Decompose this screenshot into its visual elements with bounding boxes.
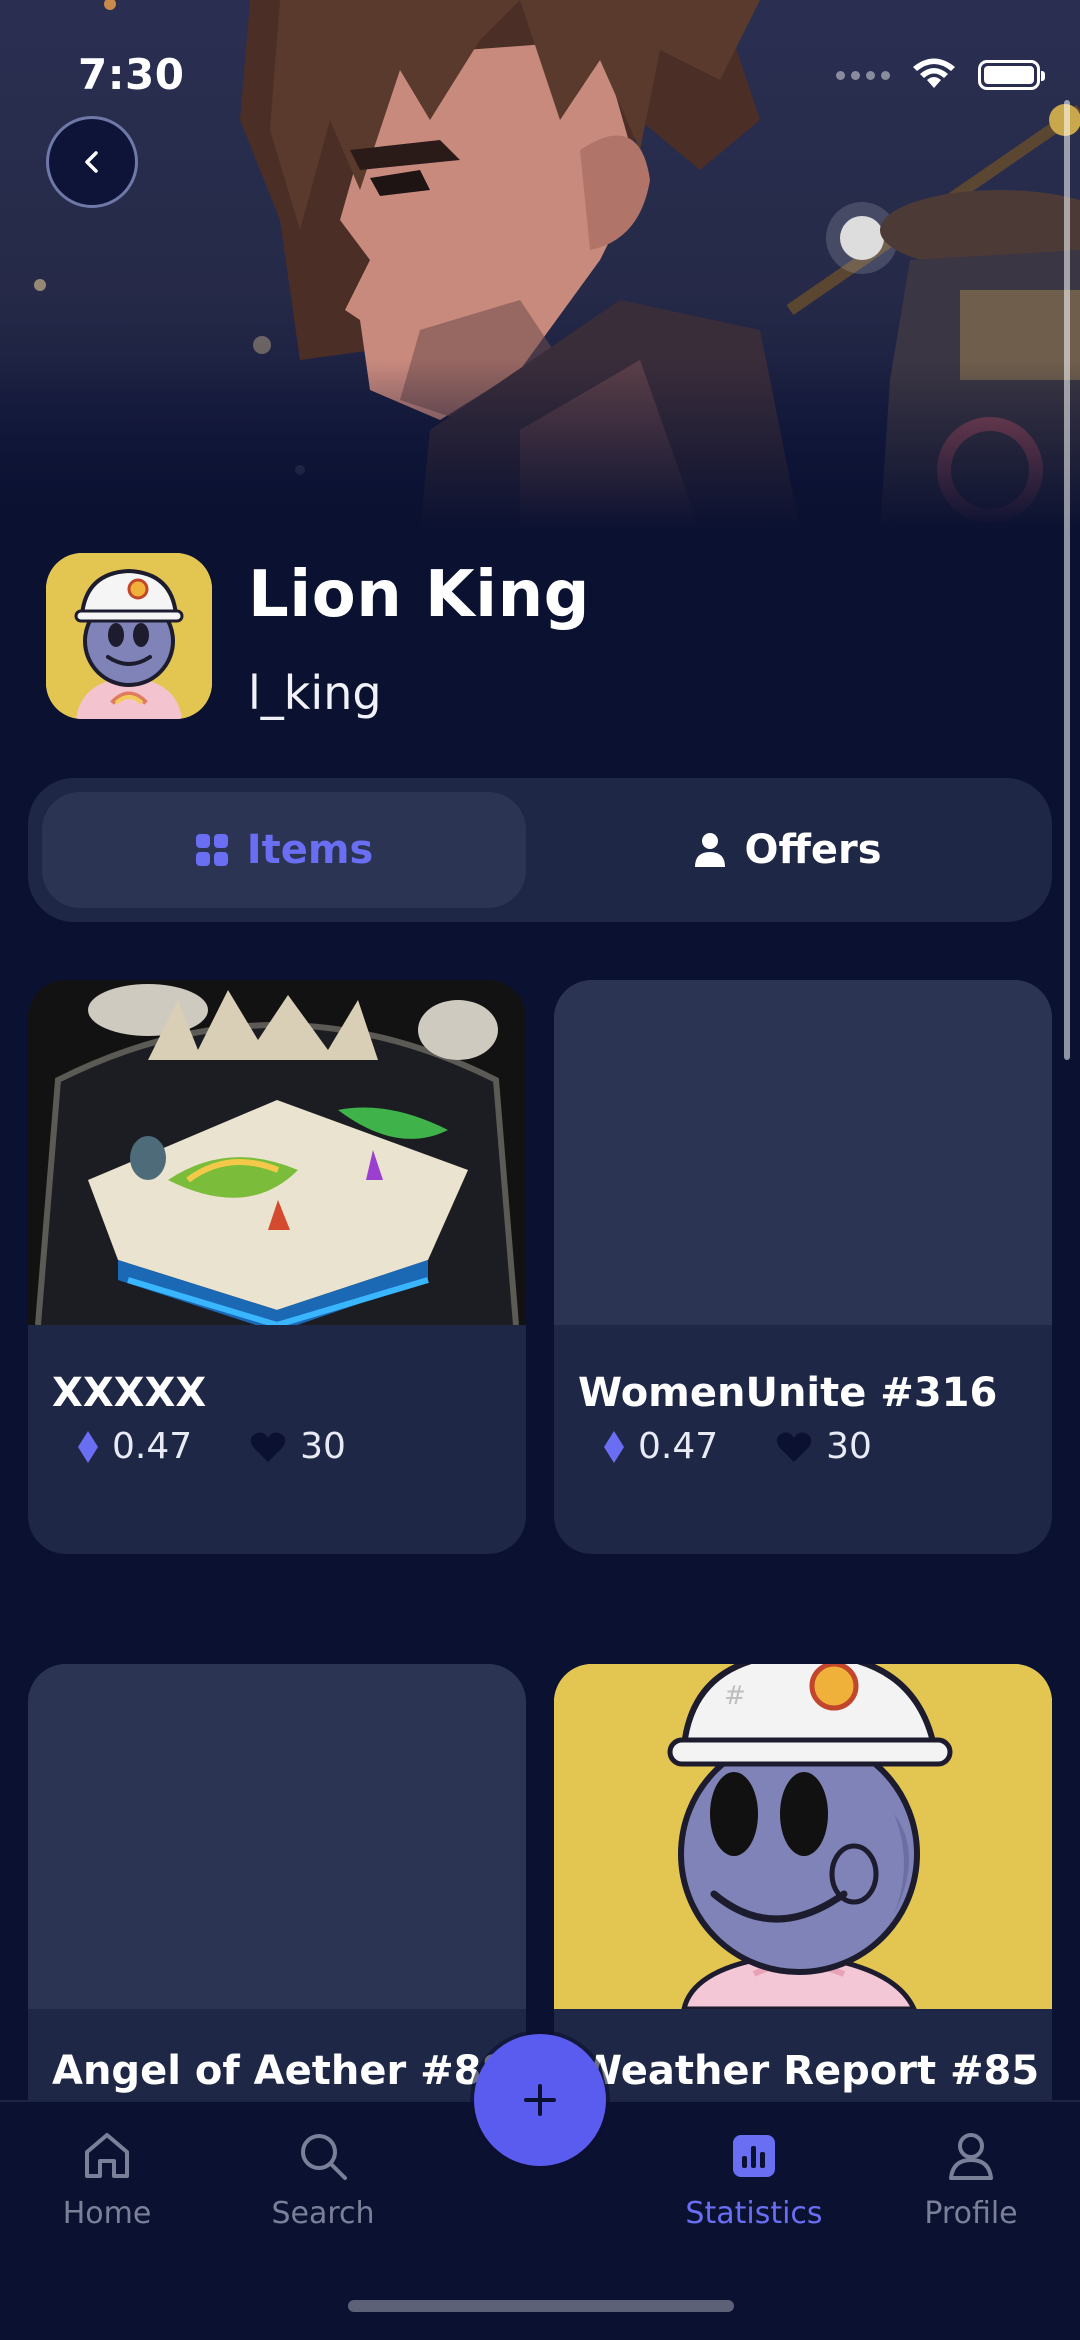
search-icon	[301, 2134, 347, 2180]
nft-card[interactable]: Angel of Aether #88	[28, 1664, 526, 2144]
home-indicator[interactable]	[348, 2300, 734, 2312]
hardhat-character-image: #	[554, 1664, 1052, 2009]
nft-image-placeholder	[28, 1664, 526, 2009]
nav-search[interactable]: Search	[243, 2130, 403, 2231]
battery-icon	[978, 60, 1045, 90]
cover-fade	[0, 360, 1080, 530]
home-icon	[85, 2133, 129, 2178]
back-button[interactable]	[46, 116, 138, 208]
ethereum-icon	[78, 1430, 98, 1463]
add-button[interactable]	[474, 2034, 606, 2166]
status-icons	[836, 58, 1045, 92]
nav-profile-label: Profile	[924, 2196, 1018, 2231]
ethereum-icon	[604, 1430, 624, 1463]
tab-offers-label: Offers	[744, 827, 882, 873]
grid-icon	[195, 834, 228, 866]
nav-search-label: Search	[271, 2196, 375, 2231]
nft-image: #	[554, 1664, 1052, 2009]
nft-card[interactable]: XXXXX 0.47 30	[28, 980, 526, 1554]
heart-icon[interactable]	[250, 1431, 286, 1463]
nav-profile[interactable]: Profile	[891, 2130, 1051, 2231]
heart-icon[interactable]	[776, 1431, 812, 1463]
nft-title: Angel of Aether #88	[52, 2048, 510, 2094]
nft-card[interactable]: # Weather Report #85	[554, 1664, 1052, 2144]
chevron-left-icon	[85, 151, 98, 173]
nav-home[interactable]: Home	[27, 2130, 187, 2231]
wifi-icon	[913, 58, 955, 88]
nft-stats: 0.47 30	[604, 1426, 872, 1467]
likes: 30	[776, 1426, 872, 1467]
nft-card[interactable]: WomenUnite #316 0.47 30	[554, 980, 1052, 1554]
nft-title: Weather Report #85	[578, 2048, 1040, 2094]
scrollbar[interactable]	[1064, 100, 1070, 1060]
status-bar: 7:30	[0, 0, 1080, 150]
likes: 30	[250, 1426, 346, 1467]
status-time: 7:30	[78, 50, 185, 99]
likes-count: 30	[826, 1426, 872, 1467]
tab-offers[interactable]: Offers	[538, 792, 1038, 908]
price: 0.47	[78, 1426, 192, 1467]
nft-title: XXXXX	[52, 1370, 207, 1416]
nav-statistics-label: Statistics	[685, 2196, 823, 2231]
profile-icon	[949, 2133, 993, 2180]
nft-image	[28, 980, 526, 1325]
nav-home-label: Home	[62, 2196, 152, 2231]
tab-items[interactable]: Items	[42, 792, 526, 908]
likes-count: 30	[300, 1426, 346, 1467]
signal-icon	[836, 70, 890, 80]
statistics-icon	[733, 2135, 775, 2177]
avatar	[46, 553, 212, 719]
tab-items-label: Items	[246, 827, 374, 873]
person-icon	[695, 833, 726, 867]
nft-stats: 0.47 30	[78, 1426, 346, 1467]
avatar-image	[46, 553, 212, 719]
price-value: 0.47	[112, 1426, 193, 1467]
price-value: 0.47	[638, 1426, 719, 1467]
floating-island-image	[28, 980, 526, 1325]
profile-tabs: Items Offers	[28, 778, 1052, 922]
nft-image-placeholder	[554, 980, 1052, 1325]
plus-icon	[524, 2084, 556, 2116]
profile-name: Lion King	[248, 558, 590, 632]
svg-text:#: #	[724, 1681, 746, 1711]
price: 0.47	[604, 1426, 718, 1467]
nft-title: WomenUnite #316	[578, 1370, 998, 1416]
profile-handle: l_king	[248, 666, 382, 720]
nav-statistics[interactable]: Statistics	[674, 2130, 834, 2231]
